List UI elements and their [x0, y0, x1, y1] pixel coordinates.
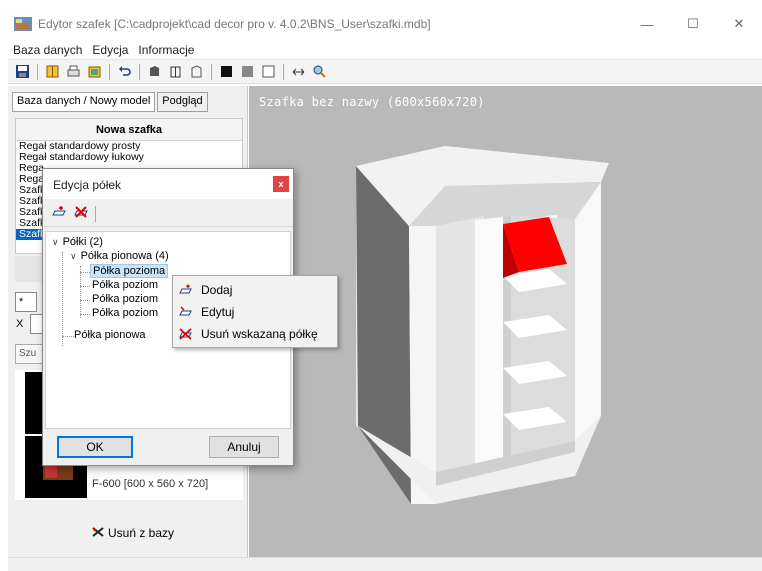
toolbar-separator — [109, 63, 110, 80]
dialog-close-button[interactable]: x — [273, 176, 289, 192]
minimize-button[interactable]: — — [624, 8, 670, 40]
black-fill-icon[interactable] — [218, 63, 235, 80]
viewport-title: Szafka bez nazwy (600x560x720) — [259, 95, 485, 109]
tree-node-polka-pozioma[interactable]: Półka pozioma — [90, 264, 169, 278]
thumbnail-label: F-600 [600 x 560 x 720] — [92, 478, 209, 490]
solid-view-icon[interactable] — [146, 63, 163, 80]
dialog-toolbar — [43, 201, 293, 227]
tree-node-polka-pozioma[interactable]: Półka poziom — [92, 293, 158, 305]
chevron-down-icon[interactable]: ∨ — [70, 251, 77, 262]
context-menu-edit-label: Edytuj — [201, 304, 235, 319]
menu-informacje[interactable]: Informacje — [133, 43, 199, 57]
tree-connector — [80, 300, 90, 301]
save-icon[interactable] — [14, 63, 31, 80]
tree-node-polka-pionowa[interactable]: ∨ Półka pionowa (4) — [70, 250, 169, 262]
tab-podglad[interactable]: Podgląd — [157, 92, 208, 112]
title-bar: Edytor szafek [C:\cadprojekt\cad decor p… — [8, 8, 762, 40]
wire-view-icon[interactable] — [167, 63, 184, 80]
toolbar-separator — [37, 63, 38, 80]
undo-icon[interactable] — [116, 63, 133, 80]
tree-connector — [80, 266, 81, 318]
delete-x-icon — [92, 526, 104, 540]
x-label: X — [16, 318, 24, 330]
tree-node-polka-pozioma[interactable]: Półka poziom — [92, 307, 158, 319]
measure-icon[interactable] — [290, 63, 307, 80]
app-icon — [14, 17, 32, 31]
add-shelf-icon — [179, 284, 193, 296]
add-shelf-icon[interactable] — [51, 205, 67, 222]
context-menu-add[interactable]: Dodaj — [173, 279, 337, 300]
ok-button[interactable]: OK — [57, 436, 133, 458]
context-menu: Dodaj Edytuj Usuń wskazaną półkę — [172, 275, 338, 348]
delete-label: Usuń z bazy — [108, 526, 175, 540]
menu-baza-danych[interactable]: Baza danych — [8, 43, 87, 57]
dialog-title: Edycja półek — [53, 178, 122, 192]
cabinet-icon[interactable] — [44, 63, 61, 80]
context-menu-delete-label: Usuń wskazaną półkę — [201, 326, 318, 341]
toolbar-separator — [139, 63, 140, 80]
delete-from-db-button[interactable]: Usuń z bazy — [92, 526, 174, 540]
tree-connector — [80, 272, 90, 273]
list-item[interactable]: Regał standardowy łukowy — [16, 152, 242, 163]
delete-shelf-icon[interactable] — [73, 205, 89, 222]
menu-edycja[interactable]: Edycja — [87, 43, 133, 57]
search-input[interactable]: * — [15, 292, 37, 312]
toolbar — [8, 60, 762, 84]
tree-node-polki[interactable]: ∨ Półki (2) — [52, 236, 103, 248]
tab-baza-danych[interactable]: Baza danych / Nowy model — [12, 92, 156, 112]
white-fill-icon[interactable] — [260, 63, 277, 80]
open-icon[interactable] — [86, 63, 103, 80]
chevron-down-icon[interactable]: ∨ — [52, 237, 59, 248]
menu-bar: Baza danych Edycja Informacje — [8, 40, 762, 60]
close-button[interactable]: ✕ — [716, 8, 762, 40]
zoom-icon[interactable] — [311, 63, 328, 80]
outline-view-icon[interactable] — [188, 63, 205, 80]
edit-shelf-icon — [179, 306, 193, 318]
gray-fill-icon[interactable] — [239, 63, 256, 80]
status-bar — [8, 557, 762, 571]
toolbar-separator — [95, 205, 96, 222]
cancel-button[interactable]: Anuluj — [209, 436, 279, 458]
tree-connector — [62, 336, 74, 337]
tree-node-polka-pozioma[interactable]: Półka poziom — [92, 279, 158, 291]
delete-shelf-icon — [179, 327, 193, 340]
toolbar-separator — [211, 63, 212, 80]
tree-connector — [62, 252, 63, 346]
maximize-button[interactable]: ☐ — [670, 8, 716, 40]
list-header[interactable]: Nowa szafka — [16, 119, 242, 141]
context-menu-add-label: Dodaj — [201, 282, 233, 297]
tree-connector — [80, 286, 90, 287]
context-menu-edit[interactable]: Edytuj — [173, 301, 337, 322]
tree-connector — [80, 314, 90, 315]
toolbar-separator — [283, 63, 284, 80]
window-title: Edytor szafek [C:\cadprojekt\cad decor p… — [38, 17, 431, 31]
print-icon[interactable] — [65, 63, 82, 80]
context-menu-delete[interactable]: Usuń wskazaną półkę — [173, 323, 337, 344]
dialog-title-bar: Edycja półek x — [43, 169, 293, 199]
list-item[interactable]: Regał standardowy prosty — [16, 141, 242, 152]
panel-tabs: Baza danych / Nowy model Podgląd — [12, 92, 208, 112]
tree-node-polka-pionowa-2[interactable]: Półka pionowa — [74, 329, 146, 341]
